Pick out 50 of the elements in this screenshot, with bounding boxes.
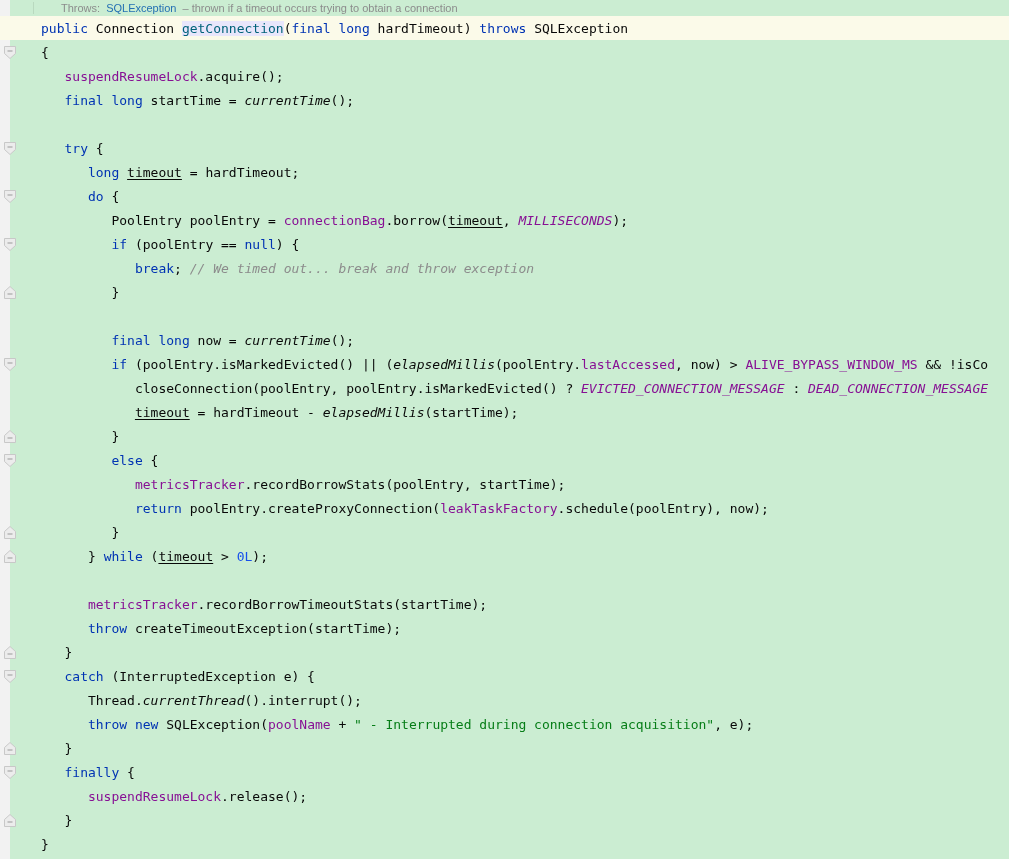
fold-icon[interactable]	[4, 237, 16, 251]
fold-icon[interactable]	[4, 669, 16, 683]
code-text: final long startTime = currentTime();	[63, 92, 355, 108]
fold-icon[interactable]	[4, 741, 16, 755]
code-text: catch (InterruptedException e) {	[63, 668, 315, 684]
fold-icon[interactable]	[4, 765, 16, 779]
code-text: public Connection getConnection(final long hardTimeout) throws SQLException	[40, 20, 629, 36]
doc-label: Throws:	[61, 2, 101, 14]
code-text: final long now = currentTime();	[110, 332, 355, 348]
code-text: timeout = hardTimeout - elapsedMillis(startTime);	[133, 404, 519, 420]
fold-icon[interactable]	[4, 645, 16, 659]
doc-link[interactable]: SQLException	[106, 2, 177, 14]
fold-icon[interactable]	[4, 525, 16, 539]
doc-text: – thrown if a timeout occurs trying to obtain a connection	[182, 2, 458, 14]
code-text: do {	[86, 188, 120, 204]
code-text: {	[40, 44, 49, 60]
fold-icon[interactable]	[4, 813, 16, 827]
code-text: PoolEntry poolEntry = connectionBag.borrow(timeout, MILLISECONDS);	[110, 212, 629, 228]
fold-icon[interactable]	[4, 429, 16, 443]
code-text: else {	[110, 452, 159, 468]
code-text: if (poolEntry.isMarkedEvicted() || (elapsedMillis(poolEntry.lastAccessed, now) > ALIVE_BYPASS_WINDOW_MS && !isCo	[110, 356, 989, 372]
fold-icon[interactable]	[4, 453, 16, 467]
code-text: try {	[63, 140, 104, 156]
code-text: if (poolEntry == null) {	[110, 236, 300, 252]
code-text: throw createTimeoutException(startTime);	[86, 620, 402, 636]
fold-icon[interactable]	[4, 285, 16, 299]
code-text: }	[110, 428, 120, 444]
code-text: }	[63, 740, 73, 756]
code-text: long timeout = hardTimeout;	[86, 164, 300, 180]
code-text: }	[63, 644, 73, 660]
code-text: }	[110, 524, 120, 540]
fold-icon[interactable]	[4, 357, 16, 371]
fold-icon[interactable]	[4, 45, 16, 59]
code-text: break; // We timed out... break and throw exception	[133, 260, 535, 276]
code-text: suspendResumeLock.acquire();	[63, 68, 284, 84]
fold-icon[interactable]	[4, 189, 16, 203]
code-text: metricsTracker.recordBorrowTimeoutStats(startTime);	[86, 596, 488, 612]
code-text: finally {	[63, 764, 135, 780]
code-text: suspendResumeLock.release();	[86, 788, 308, 804]
code-text: }	[63, 812, 73, 828]
code-text: }	[40, 836, 49, 852]
code-text: return poolEntry.createProxyConnection(leakTaskFactory.schedule(poolEntry), now);	[133, 500, 769, 516]
code-text: }	[110, 284, 120, 300]
code-text: } while (timeout > 0L);	[86, 548, 268, 564]
fold-icon[interactable]	[4, 549, 16, 563]
code-text: throw new SQLException(poolName + " - Interrupted during connection acquisition", e);	[86, 716, 754, 732]
code-text: closeConnection(poolEntry, poolEntry.isMarkedEvicted() ? EVICTED_CONNECTION_MESSAGE : DEAD_CONNECTION_MESSAGE	[133, 380, 989, 396]
code-text: metricsTracker.recordBorrowStats(poolEntry, startTime);	[133, 476, 566, 492]
fold-icon[interactable]	[4, 141, 16, 155]
code-text: Thread.currentThread().interrupt();	[86, 692, 362, 708]
